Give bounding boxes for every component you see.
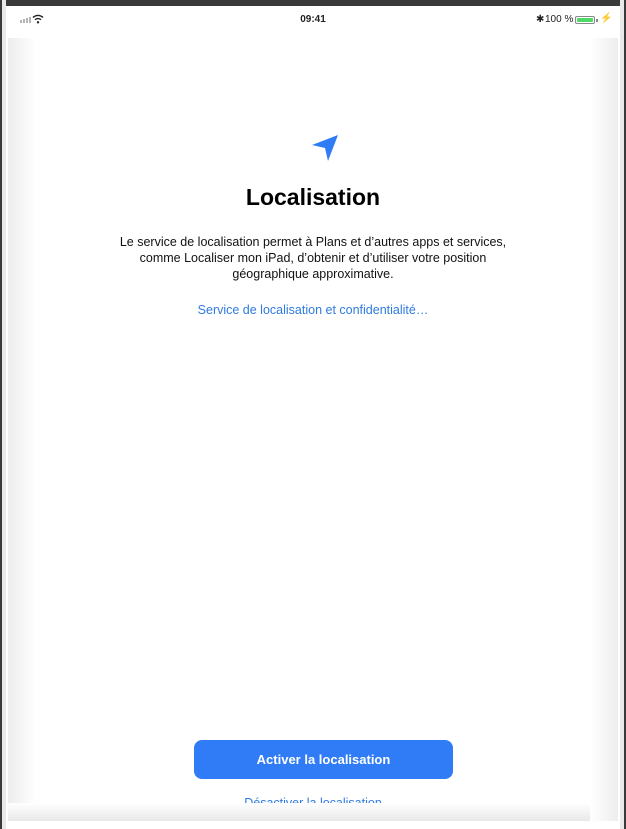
device-frame: 09:41 ✱ 100 % ⚡ Localisation Le service … [0,0,626,829]
page-title: Localisation [245,184,381,210]
setup-screen: 09:41 ✱ 100 % ⚡ Localisation Le service … [8,8,618,821]
battery-level-fill [577,18,593,22]
description-line: géographique approximative. [232,267,394,281]
frame-edge-top [0,0,626,6]
location-arrow-icon [312,135,338,161]
battery-cap [596,19,598,22]
description-line: comme Localiser mon iPad, d’obtenir et d… [139,251,487,265]
bluetooth-icon: ✱ [536,14,545,25]
privacy-link[interactable]: Service de localisation et confidentiali… [8,303,618,317]
frame-edge-left [0,0,6,829]
description: Le service de localisation permet à Plan… [98,234,528,282]
frame-edge-right [620,0,626,829]
battery-percentage: 100 % [545,14,574,25]
status-time: 09:41 [300,14,326,25]
description-line: Le service de localisation permet à Plan… [119,235,507,249]
status-bar: 09:41 ✱ 100 % ⚡ [8,8,618,32]
bottom-shade [8,803,618,821]
battery-icon [575,16,595,24]
enable-location-button[interactable]: Activer la localisation [194,740,453,779]
charging-icon: ⚡ [600,13,613,24]
